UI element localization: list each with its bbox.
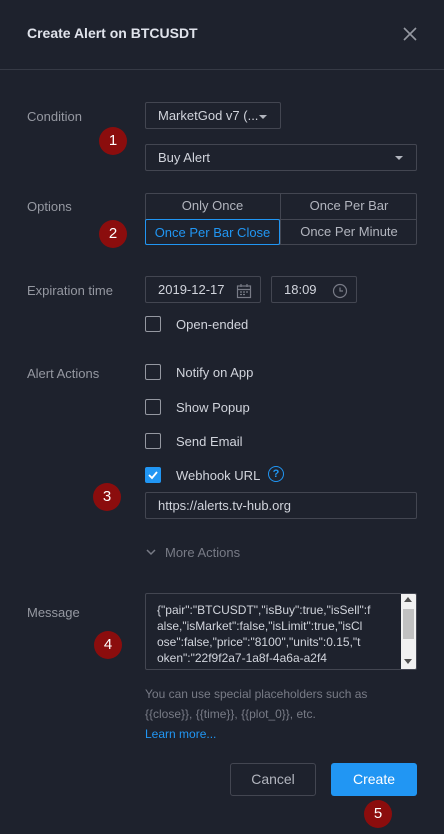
dialog-title: Create Alert on BTCUSDT [27, 25, 198, 41]
step-badge-3: 3 [93, 483, 121, 511]
more-actions-label: More Actions [165, 545, 241, 560]
date-value: 2019-12-17 [158, 282, 225, 297]
clock-icon[interactable] [332, 282, 348, 308]
step-badge-2: 2 [99, 220, 127, 248]
option-only-once[interactable]: Only Once [145, 193, 280, 219]
scrollbar-thumb[interactable] [403, 609, 414, 639]
message-line: {"pair":"BTCUSDT","isBuy":true,"isSell":… [157, 603, 371, 617]
checkmark-icon [148, 471, 158, 480]
hint-line: {{close}}, {{time}}, {{plot_0}}, etc. [145, 707, 316, 721]
alert-actions-label: Alert Actions [27, 366, 100, 381]
chevron-down-icon [259, 115, 267, 119]
webhook-checkbox[interactable] [145, 467, 161, 483]
step-badge-4: 4 [94, 631, 122, 659]
learn-more-link[interactable]: Learn more... [145, 724, 367, 744]
message-scrollbar[interactable] [401, 594, 416, 669]
close-icon[interactable] [400, 24, 420, 44]
message-textarea[interactable]: {"pair":"BTCUSDT","isBuy":true,"isSell":… [145, 593, 417, 670]
show-popup-checkbox[interactable] [145, 399, 161, 415]
dialog-header: Create Alert on BTCUSDT [0, 0, 444, 70]
alert-select-value: Buy Alert [158, 150, 211, 165]
help-icon[interactable]: ? [268, 466, 284, 482]
option-once-per-bar[interactable]: Once Per Bar [281, 193, 417, 219]
date-input[interactable]: 2019-12-17 [145, 276, 261, 303]
placeholder-hint: You can use special placeholders such as… [145, 684, 367, 744]
time-input[interactable]: 18:09 [271, 276, 357, 303]
cancel-button[interactable]: Cancel [230, 763, 316, 796]
expiration-label: Expiration time [27, 283, 113, 298]
send-email-label: Send Email [176, 434, 243, 449]
chevron-down-icon [395, 156, 403, 160]
notify-app-label: Notify on App [176, 365, 254, 380]
message-line: ose":false,"price":"8100","units":0.15,"… [157, 635, 361, 649]
step-badge-5: 5 [364, 800, 392, 828]
condition-label: Condition [27, 109, 82, 124]
hint-line: You can use special placeholders such as [145, 687, 368, 701]
more-actions-toggle[interactable]: More Actions [145, 545, 245, 560]
alert-select[interactable]: Buy Alert [145, 144, 417, 171]
step-badge-1: 1 [99, 127, 127, 155]
message-line: alse,"isMarket":false,"isLimit":true,"is… [157, 619, 363, 633]
scroll-down-icon [404, 659, 412, 664]
webhook-label: Webhook URL [176, 468, 261, 483]
indicator-select-value: MarketGod v7 (... [158, 108, 259, 123]
options-label: Options [27, 199, 72, 214]
indicator-select[interactable]: MarketGod v7 (... [145, 102, 281, 129]
open-ended-label: Open-ended [176, 317, 249, 332]
message-line: oken":"22f9f2a7-1a8f-4a6a-a2f4 [157, 651, 327, 665]
send-email-checkbox[interactable] [145, 433, 161, 449]
show-popup-label: Show Popup [176, 400, 250, 415]
message-label: Message [27, 605, 80, 620]
scroll-up-icon [404, 597, 412, 602]
webhook-url-input[interactable]: https://alerts.tv-hub.org [145, 492, 417, 519]
webhook-url-value: https://alerts.tv-hub.org [158, 498, 291, 513]
time-value: 18:09 [284, 282, 317, 297]
option-once-per-bar-close[interactable]: Once Per Bar Close [145, 219, 280, 245]
calendar-icon[interactable] [236, 282, 252, 308]
open-ended-checkbox[interactable] [145, 316, 161, 332]
notify-app-checkbox[interactable] [145, 364, 161, 380]
chevron-down-icon [146, 549, 156, 556]
option-once-per-minute[interactable]: Once Per Minute [281, 219, 417, 245]
create-button[interactable]: Create [331, 763, 417, 796]
